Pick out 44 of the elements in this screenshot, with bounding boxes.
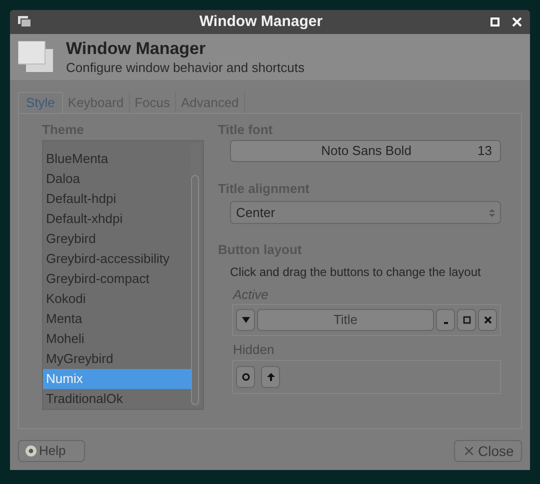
close-icon xyxy=(465,447,473,455)
theme-item[interactable]: Greybird-compact xyxy=(43,269,191,289)
theme-item[interactable]: TraditionalOk xyxy=(43,389,191,409)
close-icon[interactable] xyxy=(512,17,522,27)
font-name: Noto Sans Bold xyxy=(320,142,412,160)
help-button[interactable]: Help xyxy=(18,440,85,462)
circle-icon xyxy=(240,372,250,382)
close-icon xyxy=(482,315,492,325)
font-size: 13 xyxy=(478,142,492,160)
hint-text: Click and drag the buttons to change the layout xyxy=(230,264,482,280)
maximize-button[interactable] xyxy=(457,309,476,331)
tab[interactable]: Style xyxy=(18,92,63,113)
windows-icon xyxy=(18,41,54,73)
theme-item[interactable]: Kokodi xyxy=(43,289,191,309)
theme-item[interactable]: Default-xhdpi xyxy=(43,209,191,229)
theme-item[interactable]: MyGreybird xyxy=(43,349,191,369)
alignment-dropdown[interactable]: Center xyxy=(230,201,501,224)
close-button[interactable]: Close xyxy=(454,440,522,462)
alignment-value: Center xyxy=(236,204,276,222)
app-icon xyxy=(18,16,32,28)
header-title: Window Manager xyxy=(66,38,207,60)
font-button[interactable]: Noto Sans Bold 13 xyxy=(230,140,501,162)
header-subtitle: Configure window behavior and shortcuts xyxy=(66,60,304,76)
theme-item[interactable]: BlueMenta xyxy=(43,149,191,169)
stick-button[interactable] xyxy=(236,366,255,388)
help-icon xyxy=(25,445,37,457)
up-arrow-icon xyxy=(266,372,276,382)
spinner-icon xyxy=(489,208,495,218)
theme-item[interactable]: Numix xyxy=(43,369,191,389)
window-title: Window Manager xyxy=(198,12,324,32)
title-button[interactable]: Title xyxy=(257,309,434,331)
menu-arrow-icon xyxy=(240,315,250,325)
theme-item[interactable]: Default-hdpi xyxy=(43,189,191,209)
theme-item[interactable]: Moheli xyxy=(43,329,191,349)
minimize-icon xyxy=(444,322,448,324)
shade-button[interactable] xyxy=(261,366,280,388)
theme-item[interactable]: Greybird xyxy=(43,229,191,249)
menu-button[interactable] xyxy=(236,309,255,331)
close-button[interactable] xyxy=(478,309,497,331)
theme-item[interactable]: Menta xyxy=(43,309,191,329)
maximize-icon[interactable] xyxy=(490,17,500,27)
theme-item[interactable]: Greybird-accessibility xyxy=(43,249,191,269)
maximize-icon xyxy=(462,315,472,325)
theme-item[interactable]: Daloa xyxy=(43,169,191,189)
